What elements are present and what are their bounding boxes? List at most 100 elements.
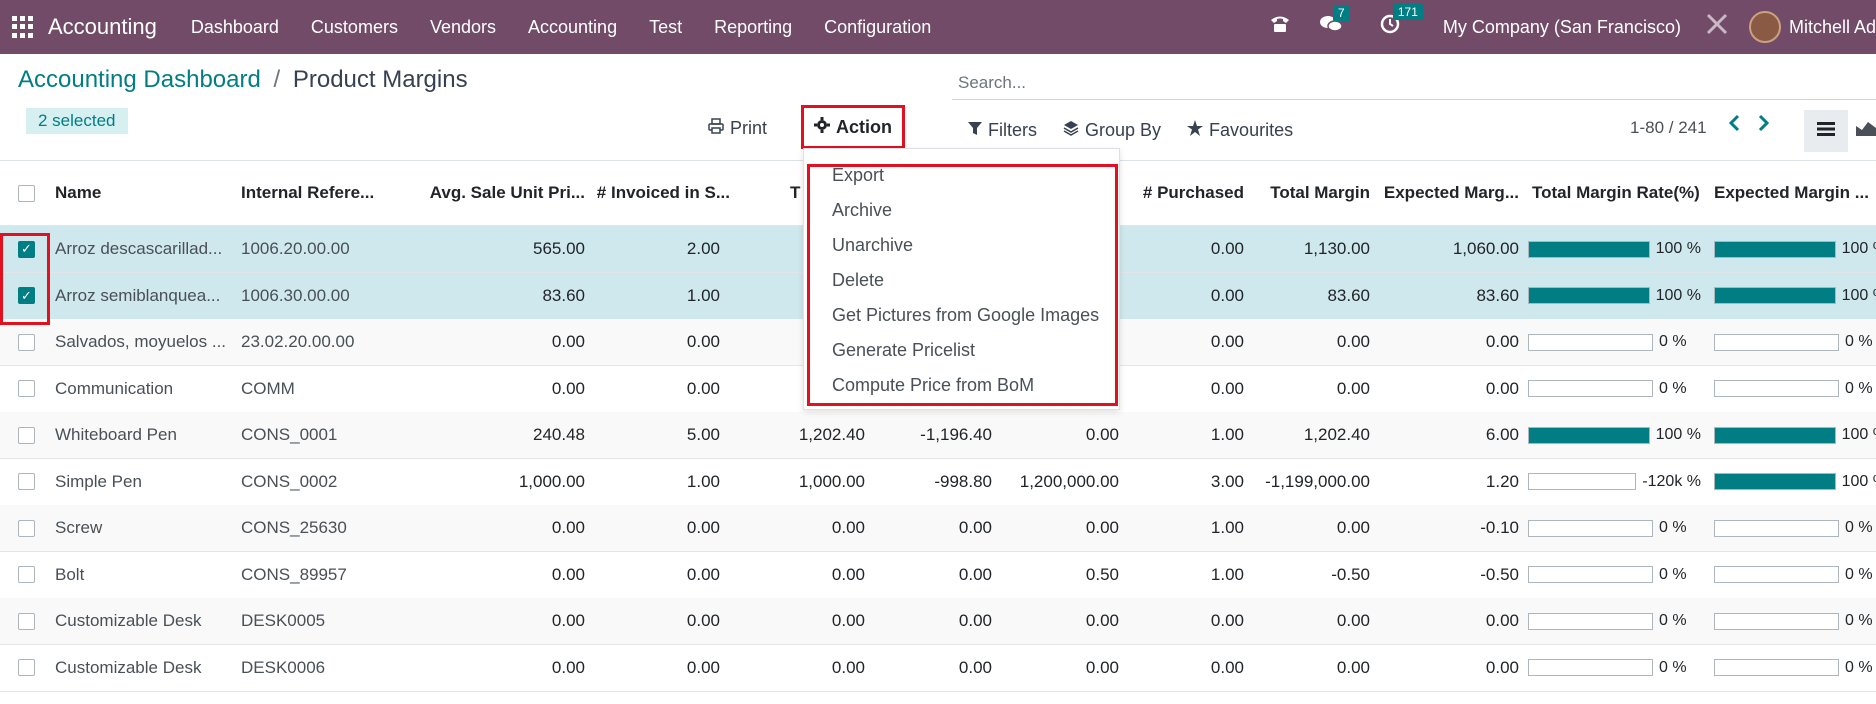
- column-header[interactable]: Expected Marg...: [1375, 161, 1519, 225]
- row-checkbox[interactable]: [18, 566, 35, 583]
- cell-inv: 1.00: [686, 471, 720, 491]
- row-checkbox-cell[interactable]: [18, 598, 35, 644]
- search-input[interactable]: Search...: [952, 66, 1876, 100]
- messages-icon[interactable]: 7: [1319, 5, 1350, 40]
- row-checkbox-cell[interactable]: [18, 552, 35, 598]
- activities-icon[interactable]: 171: [1379, 4, 1423, 41]
- cell-name: Arroz descascarillad...: [55, 239, 223, 258]
- row-checkbox[interactable]: [18, 473, 35, 490]
- cell-name: Whiteboard Pen: [55, 425, 177, 444]
- layers-icon: [1063, 120, 1079, 141]
- chevron-left-icon[interactable]: [1728, 114, 1740, 138]
- company-switcher[interactable]: My Company (San Francisco): [1443, 17, 1681, 38]
- cell-margin: -1,199,000.00: [1265, 471, 1370, 491]
- column-header[interactable]: Total Margin: [1250, 161, 1370, 225]
- column-header[interactable]: T: [790, 161, 802, 225]
- row-checkbox-cell[interactable]: [18, 319, 35, 365]
- cell-purchased: 0.00: [1210, 239, 1244, 258]
- action-button[interactable]: Action: [801, 105, 905, 149]
- cell-margin: 0.00: [1336, 657, 1370, 677]
- progress-fill: [1715, 474, 1835, 489]
- menu-accounting[interactable]: Accounting: [512, 17, 633, 38]
- menu-test[interactable]: Test: [633, 17, 698, 38]
- print-button[interactable]: Print: [708, 118, 767, 139]
- table-row[interactable]: Customizable Desk DESK0005 0.00 0.00 0.00 0.0…: [0, 598, 1876, 645]
- cell-inv: 0.00: [686, 564, 720, 584]
- row-checkbox-cell[interactable]: [18, 366, 35, 412]
- debug-tools-icon[interactable]: [1705, 12, 1729, 43]
- margin-rate-progress: 100 %: [1714, 412, 1876, 458]
- progress-fill: [1715, 427, 1835, 443]
- column-header[interactable]: Total Margin Rate(%): [1532, 161, 1712, 225]
- star-icon: [1187, 120, 1204, 141]
- table-row[interactable]: Simple Pen CONS_0002 1,000.00 1.00 1,000.00 -…: [0, 459, 1876, 506]
- favourites-label: Favourites: [1209, 120, 1294, 140]
- cell-purchased: 0.00: [1210, 657, 1244, 677]
- cell-inv: 0.00: [686, 378, 720, 398]
- cell-c6: 0.00: [958, 657, 992, 677]
- apps-menu-icon[interactable]: [12, 16, 34, 38]
- cell-expected: -0.10: [1480, 518, 1519, 537]
- table-row[interactable]: Screw CONS_25630 0.00 0.00 0.00 0.00 0.00 1.00 0…: [0, 505, 1876, 552]
- column-header[interactable]: # Invoiced in S...: [590, 161, 730, 225]
- progress-fill: [1529, 427, 1649, 443]
- user-avatar[interactable]: [1748, 11, 1781, 43]
- filters-button[interactable]: Filters: [968, 120, 1037, 141]
- row-checkbox-cell[interactable]: [18, 645, 35, 691]
- cell-expected: 0.00: [1485, 611, 1519, 630]
- menu-reporting[interactable]: Reporting: [698, 17, 808, 38]
- pager-value[interactable]: 1-80 / 241: [1630, 118, 1707, 138]
- cell-expected: 83.60: [1476, 285, 1519, 305]
- row-checkbox[interactable]: [18, 519, 35, 537]
- menu-customers[interactable]: Customers: [295, 17, 414, 38]
- row-checkbox-cell[interactable]: [18, 412, 35, 458]
- progress-fill: [1715, 288, 1835, 303]
- table-row[interactable]: Bolt CONS_89957 0.00 0.00 0.00 0.00 0.50 1.00 -0…: [0, 552, 1876, 599]
- phone-icon[interactable]: [1269, 14, 1291, 40]
- cell-inv: 0.00: [686, 518, 720, 537]
- graph-view-icon[interactable]: [1856, 118, 1876, 142]
- column-header[interactable]: Name: [55, 161, 230, 225]
- column-header[interactable]: Avg. Sale Unit Pri...: [420, 161, 585, 225]
- progress-bar: [1714, 333, 1839, 351]
- row-checkbox[interactable]: [18, 333, 35, 351]
- cell-margin: 0.00: [1336, 611, 1370, 630]
- column-header[interactable]: Internal Refere...: [241, 161, 391, 225]
- cell-margin: 1,130.00: [1303, 239, 1370, 258]
- chevron-right-icon[interactable]: [1758, 114, 1770, 138]
- user-menu[interactable]: Mitchell Ad: [1789, 17, 1876, 38]
- cell-c7: 0.00: [1085, 425, 1119, 444]
- breadcrumb: Accounting Dashboard / Product Margins: [18, 66, 468, 94]
- progress-bar: [1714, 612, 1839, 630]
- cell-margin: 0.00: [1336, 518, 1370, 537]
- cell-margin: 0.00: [1336, 378, 1370, 398]
- cell-c6: 0.00: [958, 611, 992, 630]
- row-checkbox[interactable]: [18, 612, 35, 630]
- margin-rate-progress: 100 %: [1714, 226, 1876, 272]
- table-row[interactable]: Whiteboard Pen CONS_0001 240.48 5.00 1,202.4…: [0, 412, 1876, 459]
- row-checkbox[interactable]: [18, 380, 35, 397]
- row-checkbox[interactable]: [18, 426, 35, 444]
- select-all-checkbox-cell[interactable]: [18, 161, 35, 225]
- app-name[interactable]: Accounting: [48, 14, 157, 40]
- progress-bar: [1714, 566, 1839, 583]
- column-header[interactable]: Expected Margin ...: [1714, 161, 1876, 225]
- row-checkbox-cell[interactable]: [18, 505, 35, 551]
- select-all-checkbox[interactable]: [18, 184, 35, 202]
- column-header[interactable]: # Purchased: [1120, 161, 1244, 225]
- table-row[interactable]: Customizable Desk DESK0006 0.00 0.00 0.00 0.0…: [0, 645, 1876, 692]
- menu-dashboard[interactable]: Dashboard: [175, 17, 295, 38]
- breadcrumb-parent[interactable]: Accounting Dashboard: [18, 66, 261, 93]
- favourites-button[interactable]: Favourites: [1187, 120, 1293, 141]
- row-checkbox-cell[interactable]: [18, 459, 35, 505]
- filters-label: Filters: [988, 120, 1037, 140]
- cell-c7: 0.50: [1085, 564, 1119, 584]
- row-checkbox[interactable]: [18, 659, 35, 676]
- progress-bar: [1714, 519, 1839, 537]
- progress-fill: [1715, 241, 1835, 257]
- cell-c5: 0.00: [831, 564, 865, 584]
- menu-vendors[interactable]: Vendors: [414, 17, 512, 38]
- list-view-button[interactable]: [1804, 110, 1848, 152]
- menu-configuration[interactable]: Configuration: [808, 17, 947, 38]
- group-by-button[interactable]: Group By: [1063, 120, 1161, 141]
